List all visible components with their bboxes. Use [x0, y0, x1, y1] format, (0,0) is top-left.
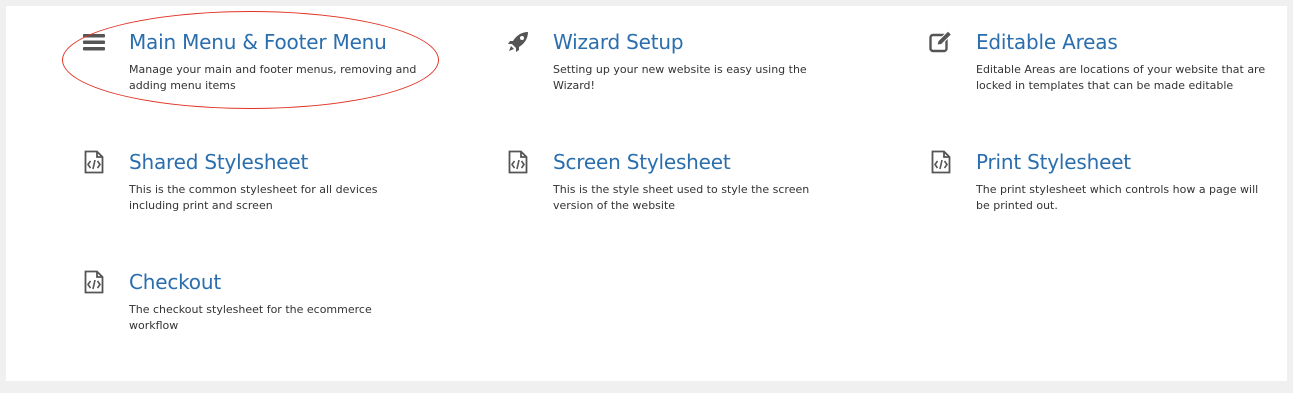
tile-title[interactable]: Print Stylesheet: [976, 149, 1131, 175]
code-file-icon: [81, 269, 107, 295]
tile-description: The checkout stylesheet for the ecommerc…: [129, 303, 372, 332]
tile-title[interactable]: Checkout: [129, 269, 221, 295]
tile-description: The print stylesheet which controls how …: [976, 183, 1259, 212]
tile-description: Setting up your new website is easy usin…: [553, 63, 807, 92]
code-file-icon: [505, 149, 531, 175]
tile-title[interactable]: Screen Stylesheet: [553, 149, 731, 175]
tile-description: Editable Areas are locations of your web…: [976, 63, 1266, 92]
edit-icon: [928, 29, 954, 55]
tile-description: This is the style sheet used to style th…: [553, 183, 810, 212]
hamburger-icon: [81, 29, 107, 55]
rocket-icon: [505, 29, 531, 55]
tile-title[interactable]: Main Menu & Footer Menu: [129, 29, 387, 55]
content-panel: Main Menu & Footer Menu Manage your main…: [6, 6, 1287, 381]
annotation-ellipse: [62, 11, 439, 109]
tile-description: Manage your main and footer menus, remov…: [129, 63, 417, 92]
tile-title[interactable]: Wizard Setup: [553, 29, 684, 55]
tile-title[interactable]: Editable Areas: [976, 29, 1118, 55]
tile-description: This is the common stylesheet for all de…: [129, 183, 378, 212]
tile-title[interactable]: Shared Stylesheet: [129, 149, 308, 175]
code-file-icon: [928, 149, 954, 175]
code-file-icon: [81, 149, 107, 175]
